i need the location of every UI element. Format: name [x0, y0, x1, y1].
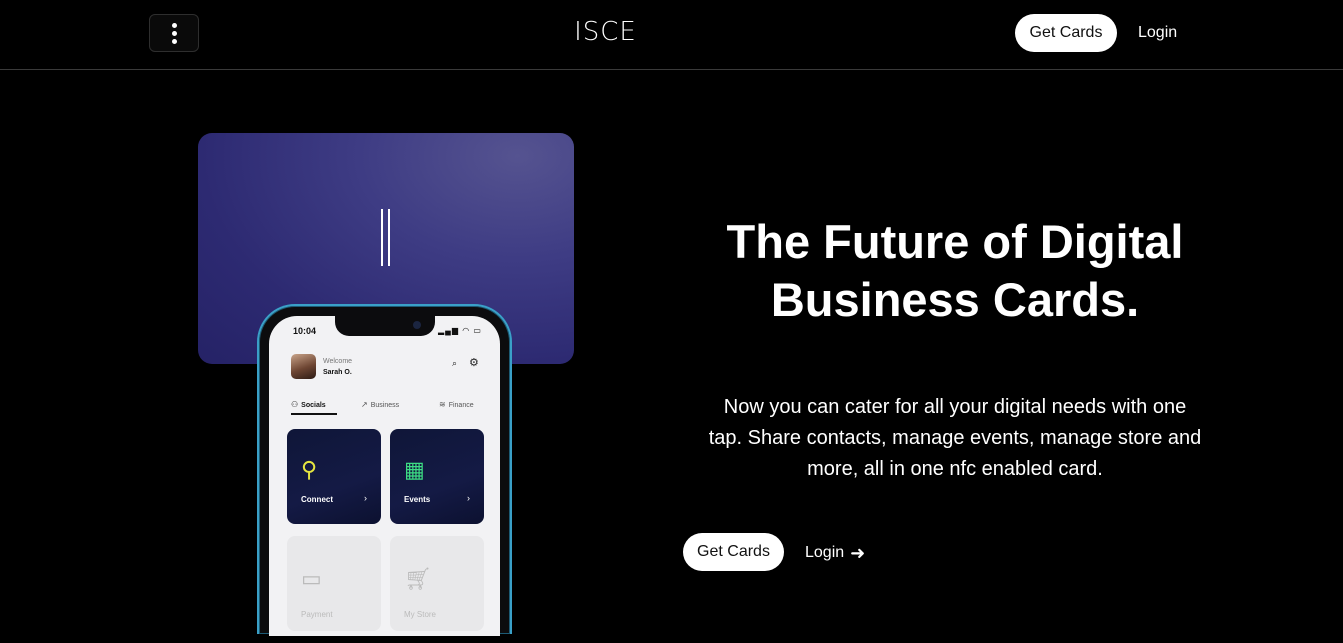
tile-label: My Store — [404, 610, 437, 619]
phone-notch — [335, 316, 435, 336]
signal-wifi-battery-icon: ▂▄▆ ◠ ▭ — [438, 326, 482, 335]
avatar — [291, 354, 316, 379]
tab-socials: ⚇ Socials — [291, 400, 326, 409]
tab-label: Business — [370, 402, 400, 409]
tab-label: Socials — [301, 402, 326, 409]
phone-mockup: 10:04 ▂▄▆ ◠ ▭ Welcome Sarah O. ⌕ ⚙ ⚇ Soci… — [257, 304, 512, 636]
hero-desc-line: more, all in one nfc enabled card. — [807, 458, 1103, 480]
card-logo-mark — [381, 209, 390, 266]
header-login-link[interactable]: Login — [1138, 24, 1177, 42]
phone-screen: 10:04 ▂▄▆ ◠ ▭ Welcome Sarah O. ⌕ ⚙ ⚇ Soci… — [269, 316, 500, 636]
tile-label: Payment — [301, 610, 333, 619]
hero-desc-line: tap. Share contacts, manage events, mana… — [708, 427, 1202, 449]
top-nav: ISCE Get Cards Login — [0, 0, 1343, 70]
phone-time: 10:04 — [293, 326, 317, 336]
tab-label: Finance — [448, 402, 474, 409]
gear-icon: ⚙ — [469, 357, 479, 369]
active-tab-indicator — [291, 413, 337, 415]
coins-icon: ≋ — [439, 400, 446, 409]
tile-connect: ⚲ Connect › — [287, 429, 381, 524]
contact-list-icon: ⚲ — [301, 457, 318, 482]
hero-title-line: Business Cards. — [770, 273, 1140, 326]
arrow-right-icon: ➜ — [850, 543, 866, 563]
camera-icon — [413, 321, 421, 329]
tile-my-store: 🛒︎ My Store — [390, 536, 484, 631]
hero-title-line: The Future of Digital — [726, 215, 1184, 268]
calendar-icon: ▦ — [404, 457, 425, 482]
tab-finance: ≋ Finance — [439, 400, 474, 409]
chart-icon: ↗ — [361, 400, 368, 409]
hero-title: The Future of Digital Business Cards. — [682, 213, 1228, 329]
tile-label: Events — [404, 495, 431, 504]
user-name: Sarah O. — [323, 369, 352, 376]
chevron-right-icon: › — [364, 493, 367, 503]
tab-business: ↗ Business — [361, 400, 399, 409]
tile-payment: ▭ Payment — [287, 536, 381, 631]
header-get-cards-button[interactable]: Get Cards — [1015, 14, 1117, 52]
cart-plus-icon: 🛒︎ — [404, 566, 432, 591]
hero-login-label: Login — [805, 544, 845, 561]
user-plus-icon: ⚇ — [291, 400, 299, 409]
tile-events: ▦ Events › — [390, 429, 484, 524]
chevron-right-icon: › — [467, 493, 470, 503]
card-icon: ▭ — [301, 566, 322, 591]
hero-login-link[interactable]: Login ➜ — [805, 543, 865, 564]
hero-description: Now you can cater for all your digital n… — [682, 392, 1228, 485]
welcome-text: Welcome — [323, 358, 353, 365]
search-icon: ⌕ — [452, 358, 458, 368]
tile-label: Connect — [301, 495, 333, 504]
hero-get-cards-button[interactable]: Get Cards — [683, 533, 784, 571]
hero-desc-line: Now you can cater for all your digital n… — [723, 396, 1187, 418]
